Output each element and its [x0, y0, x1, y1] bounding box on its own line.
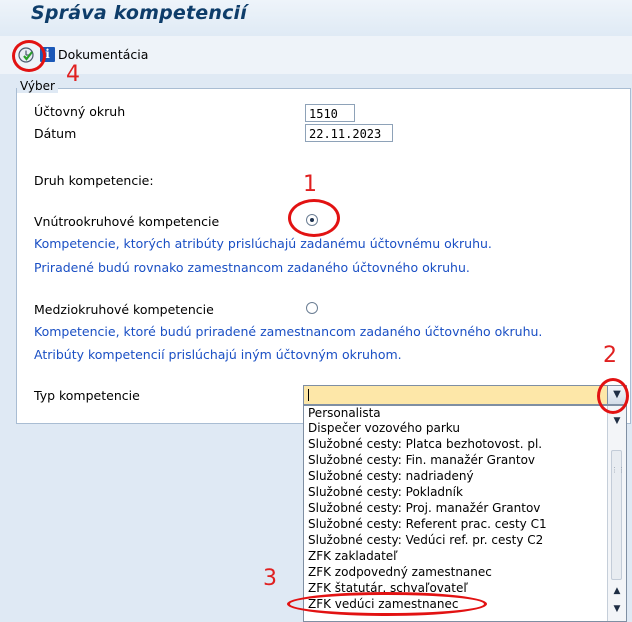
date-label: Dátum [34, 126, 77, 141]
grip-icon: ⋮⋮ [611, 466, 625, 474]
documentation-button[interactable]: Dokumentácia [58, 47, 148, 62]
scroll-up-arrow-icon[interactable]: ▲ [608, 584, 626, 598]
list-item[interactable]: ZFK zakladateľ [308, 549, 398, 564]
list-item[interactable]: Služobné cesty: Proj. manažér Grantov [308, 501, 540, 516]
annotation-ring-2 [597, 378, 629, 414]
type-dropdown[interactable]: ▼ [303, 385, 627, 405]
list-item[interactable]: ZFK zodpovedný zamestnanec [308, 565, 492, 580]
list-item[interactable]: Služobné cesty: Fin. manažér Grantov [308, 453, 535, 468]
inter-radio-label: Medziokruhové kompetencie [34, 302, 214, 317]
text-caret [308, 389, 309, 401]
list-scrollbar[interactable]: ▼ ⋮⋮ ▲ ▼ [607, 406, 626, 621]
inter-radio[interactable] [306, 302, 318, 314]
list-item[interactable]: Služobné cesty: Pokladník [308, 485, 463, 500]
list-item[interactable]: Dispečer vozového parku [308, 421, 460, 436]
page-title: Správa kompetencií [31, 2, 247, 24]
inter-desc-2: Atribúty kompetencií prislúchajú iným úč… [34, 347, 402, 362]
date-field[interactable]: 22.11.2023 [305, 124, 393, 142]
list-item[interactable]: Služobné cesty: Referent prac. cesty C1 [308, 517, 547, 532]
dropdown-list[interactable]: Personalista Dispečer vozového parku Slu… [303, 405, 627, 622]
company-code-label: Účtovný okruh [34, 104, 126, 119]
intra-desc-2: Priradené budú rovnako zamestnancom zada… [34, 260, 470, 275]
list-item[interactable]: Služobné cesty: Vedúci ref. pr. cesty C2 [308, 533, 543, 548]
annotation-ring-1 [288, 199, 340, 237]
scroll-down-arrow-icon[interactable]: ▼ [608, 602, 626, 616]
list-item[interactable]: Služobné cesty: nadriadený [308, 469, 474, 484]
competence-kind-label: Druh kompetencie: [34, 173, 154, 188]
scroll-up-icon[interactable]: ▼ [608, 414, 626, 428]
type-label: Typ kompetencie [34, 388, 140, 403]
list-item[interactable]: Personalista [308, 406, 381, 421]
annotation-number-3: 3 [263, 566, 277, 591]
list-item[interactable]: Služobné cesty: Platca bezhotovost. pl. [308, 437, 542, 452]
inter-desc-1: Kompetencie, ktoré budú priradené zamest… [34, 324, 543, 339]
annotation-number-2: 2 [603, 343, 617, 368]
group-title: Výber [17, 79, 58, 93]
annotation-number-1: 1 [303, 172, 317, 197]
intra-desc-1: Kompetencie, ktorých atribúty prislúchaj… [34, 236, 492, 251]
annotation-ring-3 [287, 592, 487, 616]
annotation-number-4: 4 [66, 62, 80, 87]
intra-radio-label: Vnútrookruhové kompetencie [34, 214, 220, 229]
company-code-field[interactable]: 1510 [305, 104, 355, 122]
annotation-ring-4 [12, 40, 46, 72]
